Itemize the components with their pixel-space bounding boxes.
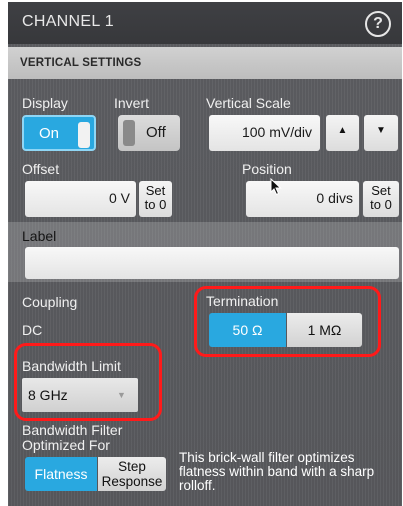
offset-value: 0 V (108, 190, 130, 206)
bandwidth-filter-label-line1: Bandwidth Filter (22, 422, 123, 438)
vertical-scale-label: Vertical Scale (206, 95, 291, 111)
invert-toggle-value: Off (146, 124, 166, 141)
coupling-value: DC (22, 322, 43, 338)
mouse-cursor-icon (270, 178, 282, 196)
termination-label: Termination (206, 293, 279, 309)
help-icon[interactable]: ? (365, 11, 391, 37)
termination-option-50-ohm-label: 50 Ω (232, 322, 263, 338)
offset-set-label-line2: to 0 (144, 197, 167, 212)
offset-field[interactable]: 0 V (25, 181, 136, 217)
offset-set-label-line1: Set (145, 183, 166, 198)
position-label: Position (242, 161, 292, 177)
vertical-scale-field[interactable]: 100 mV/div (209, 115, 320, 151)
display-label: Display (22, 95, 68, 111)
invert-toggle-knob (123, 120, 135, 146)
offset-set-to-zero-button[interactable]: Set to 0 (139, 181, 172, 217)
invert-label: Invert (114, 95, 150, 111)
label-input[interactable] (25, 247, 399, 279)
label-field-label: Label (22, 228, 57, 244)
down-arrow-icon: ▼ (376, 125, 386, 136)
bandwidth-filter-flatness-label: Flatness (34, 466, 88, 482)
termination-option-1-megaohm[interactable]: 1 MΩ (287, 313, 362, 347)
position-set-to-zero-button[interactable]: Set to 0 (363, 181, 399, 217)
up-arrow-icon: ▲ (337, 125, 348, 136)
termination-option-50-ohm[interactable]: 50 Ω (209, 313, 286, 347)
bandwidth-filter-option-step-response[interactable]: Step Response (98, 457, 166, 491)
bandwidth-limit-dropdown[interactable]: 8 GHz ▼ (22, 378, 138, 412)
bandwidth-filter-step-label: Step (118, 459, 146, 474)
display-toggle[interactable]: On (22, 115, 96, 151)
position-set-label-line2: to 0 (370, 197, 392, 212)
bandwidth-limit-value: 8 GHz (28, 387, 68, 403)
bandwidth-filter-option-flatness[interactable]: Flatness (25, 457, 97, 491)
panel-title-bar: CHANNEL 1 ? (8, 2, 402, 44)
invert-toggle[interactable]: Off (118, 115, 180, 151)
offset-label: Offset (22, 161, 60, 177)
position-value: 0 divs (316, 190, 353, 206)
panel-title: CHANNEL 1 (22, 13, 114, 30)
termination-option-1-megaohm-label: 1 MΩ (307, 322, 342, 338)
display-toggle-knob (78, 122, 90, 148)
bandwidth-filter-description: This brick-wall filter optimizes flatnes… (179, 450, 375, 493)
bandwidth-filter-label: Bandwidth Filter Optimized For (22, 423, 122, 453)
channel-settings-panel: CHANNEL 1 ? VERTICAL SETTINGS Display On… (8, 2, 402, 506)
vertical-scale-value: 100 mV/div (241, 124, 312, 140)
display-toggle-value: On (39, 125, 60, 142)
section-title: VERTICAL SETTINGS (20, 57, 142, 69)
dropdown-arrow-icon: ▼ (117, 390, 126, 400)
vertical-scale-down-button[interactable]: ▼ (364, 115, 398, 151)
bandwidth-filter-response-label: Response (101, 474, 163, 489)
bandwidth-limit-label: Bandwidth Limit (22, 358, 121, 374)
section-header: VERTICAL SETTINGS (8, 47, 402, 79)
position-field[interactable]: 0 divs (246, 181, 359, 217)
vertical-scale-up-button[interactable]: ▲ (326, 115, 359, 151)
position-set-label-line1: Set (371, 183, 391, 198)
bandwidth-filter-label-line2: Optimized For (22, 437, 110, 453)
coupling-label: Coupling (22, 294, 78, 310)
